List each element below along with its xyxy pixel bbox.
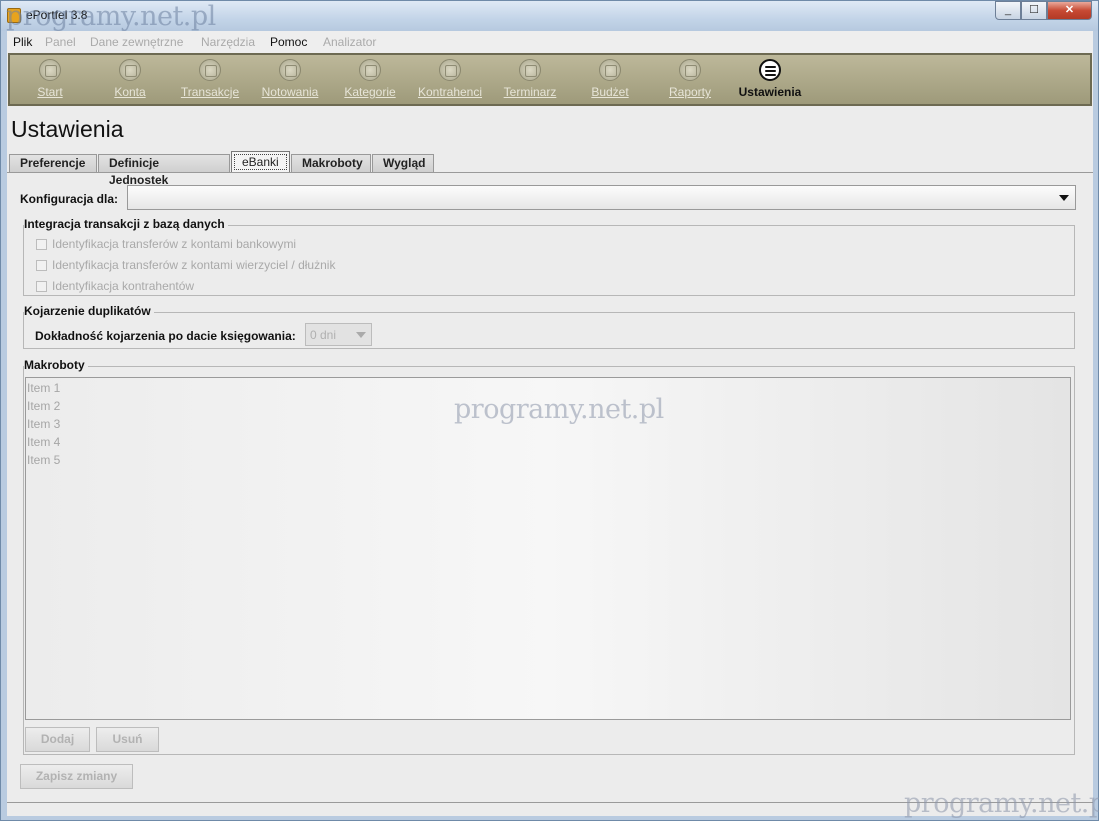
chevron-down-icon <box>1059 195 1069 201</box>
toolbar-label: Raporty <box>668 85 712 99</box>
toolbar-label: Kategorie <box>344 85 396 99</box>
toolbar-kategorie[interactable]: Kategorie <box>330 59 410 99</box>
macrobots-list[interactable]: Item 1 Item 2 Item 3 Item 4 Item 5 progr… <box>25 377 1071 720</box>
menu-analizator[interactable]: Analizator <box>323 35 376 49</box>
tab-preferencje[interactable]: Preferencje <box>9 154 97 173</box>
toolbar-label: Konta <box>114 85 146 99</box>
contractors-icon <box>439 59 461 81</box>
toolbar-start[interactable]: Start <box>10 59 90 99</box>
toolbar-budzet[interactable]: Budżet <box>570 59 650 99</box>
menu-bar: Plik Panel Dane zewnętrzne Narzędzia Pom… <box>7 31 1093 53</box>
menu-pomoc[interactable]: Pomoc <box>270 35 307 49</box>
quotes-icon <box>279 59 301 81</box>
toolbar-label: Transakcje <box>180 85 240 99</box>
watermark: programy.net.pl <box>6 1 216 32</box>
list-item[interactable]: Item 3 <box>27 417 60 431</box>
option-contractors[interactable]: Identyfikacja kontrahentów <box>36 279 194 293</box>
toolbar-transakcje[interactable]: Transakcje <box>170 59 250 99</box>
toolbar-label: Budżet <box>591 85 629 99</box>
checkbox[interactable] <box>36 260 47 271</box>
config-select[interactable] <box>127 185 1076 210</box>
option-creditor-transfers[interactable]: Identyfikacja transferów z kontami wierz… <box>36 258 335 272</box>
transactions-icon <box>199 59 221 81</box>
integration-title: Integracja transakcji z bazą danych <box>24 217 228 231</box>
accuracy-label: Dokładność kojarzenia po dacie księgowan… <box>35 329 296 343</box>
tab-panel-border <box>7 172 1093 173</box>
checkbox[interactable] <box>36 281 47 292</box>
client-area: Plik Panel Dane zewnętrzne Narzędzia Pom… <box>7 31 1099 819</box>
option-label: Identyfikacja transferów z kontami banko… <box>52 237 297 251</box>
start-icon <box>39 59 61 81</box>
checkbox[interactable] <box>36 239 47 250</box>
toolbar-konta[interactable]: Konta <box>90 59 170 99</box>
app-window: ePortfel 3.8 programy.net.pl _ ☐ ✕ Plik … <box>0 0 1099 821</box>
chevron-down-icon <box>356 332 366 338</box>
tab-definicje-jednostek[interactable]: Definicje Jednostek <box>98 154 230 187</box>
duplicates-group: Kojarzenie duplikatów Dokładność kojarze… <box>23 304 1075 349</box>
option-label: Identyfikacja transferów z kontami wierz… <box>52 258 336 272</box>
macrobots-group: Makroboty Item 1 Item 2 Item 3 Item 4 It… <box>23 358 1075 755</box>
minimize-button[interactable]: _ <box>995 1 1021 20</box>
toolbar-label: Notowania <box>261 85 319 99</box>
list-item[interactable]: Item 2 <box>27 399 60 413</box>
page-title: Ustawienia <box>11 116 124 142</box>
config-label: Konfiguracja dla: <box>20 192 119 206</box>
toolbar-notowania[interactable]: Notowania <box>250 59 330 99</box>
list-item[interactable]: Item 5 <box>27 453 60 467</box>
toolbar-label: Kontrahenci <box>417 85 483 99</box>
accounts-icon <box>119 59 141 81</box>
duplicates-title: Kojarzenie duplikatów <box>24 304 154 318</box>
macrobots-title: Makroboty <box>24 358 88 372</box>
main-toolbar: Start Konta Transakcje Notowania Kategor… <box>8 53 1092 106</box>
tab-makroboty[interactable]: Makroboty <box>291 154 371 173</box>
toolbar-raporty[interactable]: Raporty <box>650 59 730 99</box>
menu-narzedzia[interactable]: Narzędzia <box>201 35 255 49</box>
toolbar-label: Ustawienia <box>738 85 802 99</box>
budget-icon <box>599 59 621 81</box>
watermark: programy.net.pl <box>454 394 664 425</box>
toolbar-label: Start <box>37 85 63 99</box>
list-item[interactable]: Item 1 <box>27 381 60 395</box>
tab-ebanki[interactable]: eBanki <box>231 151 290 173</box>
reports-icon <box>679 59 701 81</box>
toolbar-label: Terminarz <box>503 85 557 99</box>
tab-wyglad[interactable]: Wygląd <box>372 154 434 173</box>
option-label: Identyfikacja kontrahentów <box>52 279 195 293</box>
save-changes-button[interactable]: Zapisz zmiany <box>20 764 133 789</box>
remove-button[interactable]: Usuń <box>96 727 159 752</box>
watermark: programy.net.pl <box>904 788 1099 819</box>
toolbar-ustawienia[interactable]: Ustawienia <box>730 59 810 99</box>
toolbar-terminarz[interactable]: Terminarz <box>490 59 570 99</box>
add-button[interactable]: Dodaj <box>25 727 90 752</box>
menu-dane-zewnetrzne[interactable]: Dane zewnętrzne <box>90 35 183 49</box>
option-bank-transfers[interactable]: Identyfikacja transferów z kontami banko… <box>36 237 296 251</box>
toolbar-kontrahenci[interactable]: Kontrahenci <box>410 59 490 99</box>
close-button[interactable]: ✕ <box>1047 1 1092 20</box>
settings-list-icon <box>759 59 781 81</box>
title-bar[interactable]: ePortfel 3.8 programy.net.pl _ ☐ ✕ <box>1 1 1098 32</box>
integration-group: Integracja transakcji z bazą danych Iden… <box>23 217 1075 296</box>
accuracy-value: 0 dni <box>310 328 337 342</box>
menu-plik[interactable]: Plik <box>13 35 32 49</box>
calendar-icon <box>519 59 541 81</box>
maximize-button[interactable]: ☐ <box>1021 1 1047 20</box>
list-item[interactable]: Item 4 <box>27 435 60 449</box>
menu-panel[interactable]: Panel <box>45 35 76 49</box>
categories-icon <box>359 59 381 81</box>
accuracy-select[interactable]: 0 dni <box>305 323 372 346</box>
